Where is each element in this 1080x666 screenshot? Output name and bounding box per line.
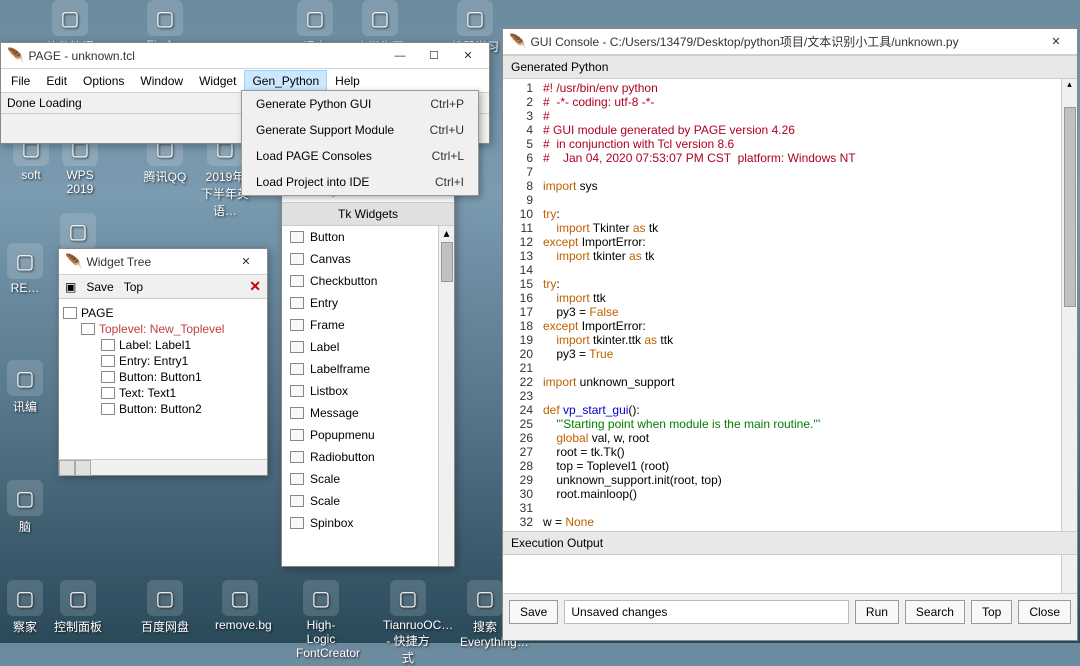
desktop-icon[interactable]: ▢TianruoOC… - 快捷方式 xyxy=(383,580,433,666)
close-button[interactable]: ✕ xyxy=(1039,30,1073,54)
desktop-icon[interactable]: ▢remove.bg xyxy=(215,580,265,632)
menu-item[interactable]: Generate Python GUICtrl+P xyxy=(242,91,478,117)
widget-item[interactable]: Frame xyxy=(282,314,454,336)
tree-row[interactable]: Text: Text1 xyxy=(63,385,263,401)
vertical-scrollbar[interactable]: ▴ xyxy=(1061,79,1077,531)
node-icon xyxy=(81,323,95,335)
widget-item[interactable]: Scale xyxy=(282,468,454,490)
tree-row[interactable]: Entry: Entry1 xyxy=(63,353,263,369)
widget-item[interactable]: Message xyxy=(282,402,454,424)
tree-row[interactable]: PAGE xyxy=(63,305,263,321)
code-lines[interactable]: #! /usr/bin/env python# -*- coding: utf-… xyxy=(539,79,1077,531)
menu-widget[interactable]: Widget xyxy=(191,70,244,92)
menu-help[interactable]: Help xyxy=(327,70,368,92)
widget-item[interactable]: Listbox xyxy=(282,380,454,402)
widget-item[interactable]: Labelframe xyxy=(282,358,454,380)
close-x-icon[interactable]: ✕ xyxy=(249,278,261,295)
desktop-icon[interactable]: ▢脑 xyxy=(0,480,50,535)
widget-item[interactable]: Label xyxy=(282,336,454,358)
console-footer: Save Unsaved changes Run Search Top Clos… xyxy=(503,593,1077,630)
menu-gen_python[interactable]: Gen_Python xyxy=(244,70,327,92)
console-titlebar[interactable]: 🪶 GUI Console - C:/Users/13479/Desktop/p… xyxy=(503,29,1077,55)
app-icon: 🪶 xyxy=(7,47,24,64)
app-icon: 🪶 xyxy=(509,33,526,50)
widget-tree-titlebar[interactable]: 🪶 Widget Tree ✕ xyxy=(59,249,267,275)
tree-toolbar: ▣ Save Top ✕ xyxy=(59,275,267,299)
close-button[interactable]: ✕ xyxy=(229,250,263,274)
widget-list: ButtonCanvasCheckbuttonEntryFrameLabelLa… xyxy=(282,226,454,566)
save-button[interactable]: Save xyxy=(509,600,558,624)
widget-item[interactable]: Radiobutton xyxy=(282,446,454,468)
top-button[interactable]: Top xyxy=(124,280,143,294)
close-button[interactable]: Close xyxy=(1018,600,1071,624)
execution-output-label: Execution Output xyxy=(503,531,1077,555)
widget-item[interactable]: Scale xyxy=(282,490,454,512)
tree-row[interactable]: Button: Button2 xyxy=(63,401,263,417)
generated-python-label: Generated Python xyxy=(503,55,1077,79)
vertical-scrollbar[interactable] xyxy=(1061,555,1077,593)
close-button[interactable]: ✕ xyxy=(451,44,485,68)
tree-icon: ▣ xyxy=(65,280,76,294)
execution-output[interactable] xyxy=(503,555,1077,593)
desktop-icon[interactable]: ▢百度网盘 xyxy=(140,580,190,635)
widget-item[interactable]: Entry xyxy=(282,292,454,314)
run-button[interactable]: Run xyxy=(855,600,899,624)
menu-file[interactable]: File xyxy=(3,70,38,92)
console-title: GUI Console - C:/Users/13479/Desktop/pyt… xyxy=(530,33,1039,50)
minimize-button[interactable]: — xyxy=(383,44,417,68)
widget-item[interactable]: Popupmenu xyxy=(282,424,454,446)
gen-python-dropdown: Generate Python GUICtrl+PGenerate Suppor… xyxy=(241,90,479,196)
maximize-button[interactable]: ☐ xyxy=(417,44,451,68)
top-button[interactable]: Top xyxy=(971,600,1012,624)
page-titlebar[interactable]: 🪶 PAGE - unknown.tcl — ☐ ✕ xyxy=(1,43,489,69)
menu-item[interactable]: Generate Support ModuleCtrl+U xyxy=(242,117,478,143)
desktop-icon[interactable]: ▢控制面板 xyxy=(53,580,103,635)
node-icon xyxy=(63,307,77,319)
line-gutter: 1234567891011121314151617181920212223242… xyxy=(503,79,539,531)
gui-console-window: 🪶 GUI Console - C:/Users/13479/Desktop/p… xyxy=(502,28,1078,641)
widget-toolbar-window: 🪶 Widget Toolbar ✕ Tk Widgets ButtonCanv… xyxy=(281,176,455,567)
menu-options[interactable]: Options xyxy=(75,70,132,92)
widget-item[interactable]: Spinbox xyxy=(282,512,454,534)
tree-row[interactable]: Label: Label1 xyxy=(63,337,263,353)
widget-tree-window: 🪶 Widget Tree ✕ ▣ Save Top ✕ PAGE Toplev… xyxy=(58,248,268,476)
menu-edit[interactable]: Edit xyxy=(38,70,75,92)
menu-window[interactable]: Window xyxy=(132,70,191,92)
horizontal-scrollbar[interactable] xyxy=(59,459,267,475)
tk-widgets-header[interactable]: Tk Widgets xyxy=(282,203,454,226)
desktop-icon[interactable]: ▢RE… xyxy=(0,243,50,295)
status-text: Unsaved changes xyxy=(564,600,849,624)
app-icon: 🪶 xyxy=(65,253,82,270)
widget-item[interactable]: Checkbutton xyxy=(282,270,454,292)
vertical-scrollbar[interactable]: ▴ xyxy=(438,226,454,566)
tree-row[interactable]: Button: Button1 xyxy=(63,369,263,385)
page-title: PAGE - unknown.tcl xyxy=(28,49,383,63)
code-area[interactable]: 1234567891011121314151617181920212223242… xyxy=(503,79,1077,531)
search-button[interactable]: Search xyxy=(905,600,965,624)
save-button[interactable]: Save xyxy=(86,280,113,294)
desktop-icon[interactable]: ▢讯编 xyxy=(0,360,50,415)
tree-body: PAGE Toplevel: New_Toplevel Label: Label… xyxy=(59,299,267,459)
menu-item[interactable]: Load PAGE ConsolesCtrl+L xyxy=(242,143,478,169)
desktop-icon[interactable]: ▢察家 xyxy=(0,580,50,635)
widget-tree-title: Widget Tree xyxy=(86,255,229,269)
desktop-icon[interactable]: ▢High-Logic FontCreator xyxy=(296,580,346,660)
widget-item[interactable]: Button xyxy=(282,226,454,248)
tree-row[interactable]: Toplevel: New_Toplevel xyxy=(63,321,263,337)
menu-item[interactable]: Load Project into IDECtrl+I xyxy=(242,169,478,195)
widget-item[interactable]: Canvas xyxy=(282,248,454,270)
